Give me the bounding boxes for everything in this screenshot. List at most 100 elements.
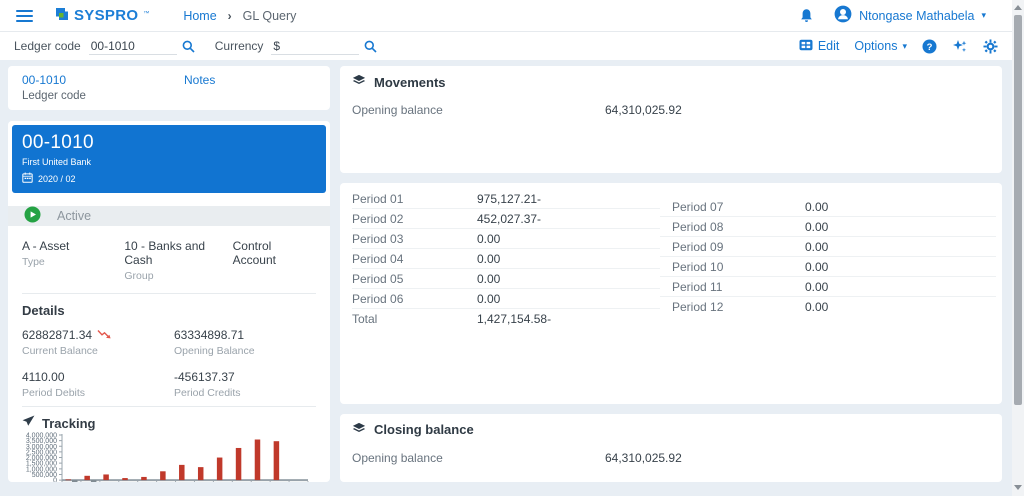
- ledger-code-link[interactable]: 00-1010: [22, 73, 184, 87]
- period-row-value: 0.00: [805, 260, 828, 274]
- tracking-bar-chart: 4,000,0003,500,0003,000,0002,500,0002,00…: [18, 431, 316, 482]
- options-button[interactable]: Options ▾: [854, 39, 907, 53]
- period-row-label: Period 02: [352, 212, 477, 226]
- closing-opening-balance-label: Opening balance: [352, 451, 443, 465]
- period-credits-value: -456137.37: [174, 370, 316, 384]
- opening-balance-value: 63334898.71: [174, 328, 316, 342]
- period-row-value: 452,027.37-: [477, 212, 541, 226]
- chevron-right-icon: ›: [228, 9, 232, 23]
- ledger-code-label: Ledger code: [14, 39, 81, 53]
- period-row-label: Period 03: [352, 232, 477, 246]
- period-row-label: Period 06: [352, 292, 477, 306]
- period-row-value: 0.00: [477, 272, 500, 286]
- options-label: Options: [854, 39, 897, 53]
- breadcrumb: Home › GL Query: [183, 9, 296, 23]
- avatar: [834, 5, 852, 26]
- menu-icon[interactable]: [16, 10, 33, 22]
- gl-detail-panel: Movements Opening balance 64,310,025.92 …: [340, 66, 1002, 482]
- help-icon[interactable]: ?: [922, 39, 937, 54]
- toolbar-actions: Edit Options ▾ ?: [799, 38, 1010, 54]
- calendar-icon: [22, 172, 33, 185]
- active-play-icon: [24, 206, 41, 226]
- currency-input[interactable]: [271, 38, 359, 55]
- period-row-label: Period 09: [672, 240, 805, 254]
- period-row-value: 0.00: [477, 252, 500, 266]
- account-code: 00-1010: [22, 132, 316, 154]
- period-row: Period 01975,127.21-: [352, 189, 660, 209]
- notes-link[interactable]: Notes: [184, 73, 215, 103]
- classification-row: A - Asset Type 10 - Banks and Cash Group…: [8, 226, 330, 293]
- query-toolbar: Ledger code Currency Edit Options ▾ ?: [0, 32, 1024, 60]
- syspro-logo: SYSPRO ™: [55, 7, 149, 24]
- period-row: Period 120.00: [660, 297, 996, 317]
- syspro-logo-icon: [55, 7, 69, 24]
- status-badge: Active: [8, 206, 330, 226]
- scroll-up-arrow-icon[interactable]: [1014, 5, 1022, 10]
- period-row-value: 0.00: [477, 232, 500, 246]
- account-group-label: Group: [124, 270, 232, 282]
- scrollbar-thumb[interactable]: [1014, 15, 1022, 405]
- opening-balance-row-label: Opening balance: [352, 103, 443, 117]
- ledger-code-input[interactable]: [89, 38, 177, 55]
- closing-balance-title: Closing balance: [374, 422, 474, 437]
- period-row-label: Period 04: [352, 252, 477, 266]
- period-row: Period 110.00: [660, 277, 996, 297]
- period-debits-label: Period Debits: [22, 387, 174, 399]
- brand-name: SYSPRO: [74, 7, 138, 24]
- trend-down-icon: [97, 328, 112, 342]
- main-content: 00-1010 Ledger code Notes 00-1010 First …: [0, 60, 1024, 489]
- account-sidebar: 00-1010 Ledger code Notes 00-1010 First …: [8, 66, 330, 482]
- user-name: Ntongase Mathabela: [859, 9, 974, 23]
- chevron-down-icon: ▾: [902, 41, 907, 52]
- svg-text:?: ?: [927, 42, 933, 53]
- movements-title: Movements: [374, 75, 446, 90]
- period-row-label: Period 08: [672, 220, 805, 234]
- trademark: ™: [143, 11, 149, 17]
- account-type-value: A - Asset: [22, 239, 124, 253]
- sparkles-icon[interactable]: [952, 38, 968, 54]
- chevron-down-icon: ▾: [981, 10, 986, 21]
- status-label: Active: [57, 209, 91, 223]
- period-row: Period 070.00: [660, 197, 996, 217]
- period-row: Total1,427,154.58-: [352, 309, 660, 329]
- period-row-value: 975,127.21-: [477, 192, 541, 206]
- period-row-value: 0.00: [805, 280, 828, 294]
- scroll-down-arrow-icon[interactable]: [1014, 485, 1022, 490]
- details-title: Details: [22, 303, 316, 318]
- user-menu[interactable]: Ntongase Mathabela ▾: [834, 5, 986, 26]
- tracking-title: Tracking: [42, 416, 95, 431]
- account-type-label: Type: [22, 256, 124, 268]
- account-group-value: 10 - Banks and Cash: [124, 239, 232, 267]
- period-row: Period 080.00: [660, 217, 996, 237]
- current-balance-value: 62882871.34: [22, 328, 92, 342]
- layers-icon: [352, 422, 366, 438]
- account-name: First United Bank: [22, 157, 316, 167]
- layers-icon: [352, 74, 366, 90]
- period-row: Period 050.00: [352, 269, 660, 289]
- period-row-label: Period 05: [352, 272, 477, 286]
- period-row-value: 0.00: [805, 240, 828, 254]
- period-row-label: Period 11: [672, 280, 805, 294]
- currency-label: Currency: [215, 39, 264, 53]
- account-header: 00-1010 First United Bank: [12, 125, 326, 193]
- breadcrumb-home[interactable]: Home: [183, 9, 216, 23]
- period-row-value: 0.00: [477, 292, 500, 306]
- control-account-value: Control Account: [233, 239, 316, 267]
- top-header: SYSPRO ™ Home › GL Query Ntongase Mathab…: [0, 0, 1024, 32]
- period-row-value: 0.00: [805, 220, 828, 234]
- closing-balance-card: Closing balance Opening balance 64,310,0…: [340, 414, 1002, 482]
- send-icon: [22, 415, 35, 431]
- edit-label: Edit: [818, 39, 840, 53]
- ledger-code-caption: Ledger code: [22, 90, 184, 102]
- period-row: Period 090.00: [660, 237, 996, 257]
- ledger-code-card: 00-1010 Ledger code Notes: [8, 66, 330, 110]
- breadcrumb-current: GL Query: [243, 9, 297, 23]
- ledger-search-icon[interactable]: [182, 40, 195, 53]
- details-section: Details 62882871.34 Curren: [8, 294, 330, 406]
- currency-search-icon[interactable]: [364, 40, 377, 53]
- settings-gear-icon[interactable]: [983, 39, 998, 54]
- period-row-label: Period 12: [672, 300, 805, 314]
- current-balance-label: Current Balance: [22, 345, 174, 357]
- edit-button[interactable]: Edit: [799, 39, 840, 54]
- notifications-bell-icon[interactable]: [799, 8, 814, 24]
